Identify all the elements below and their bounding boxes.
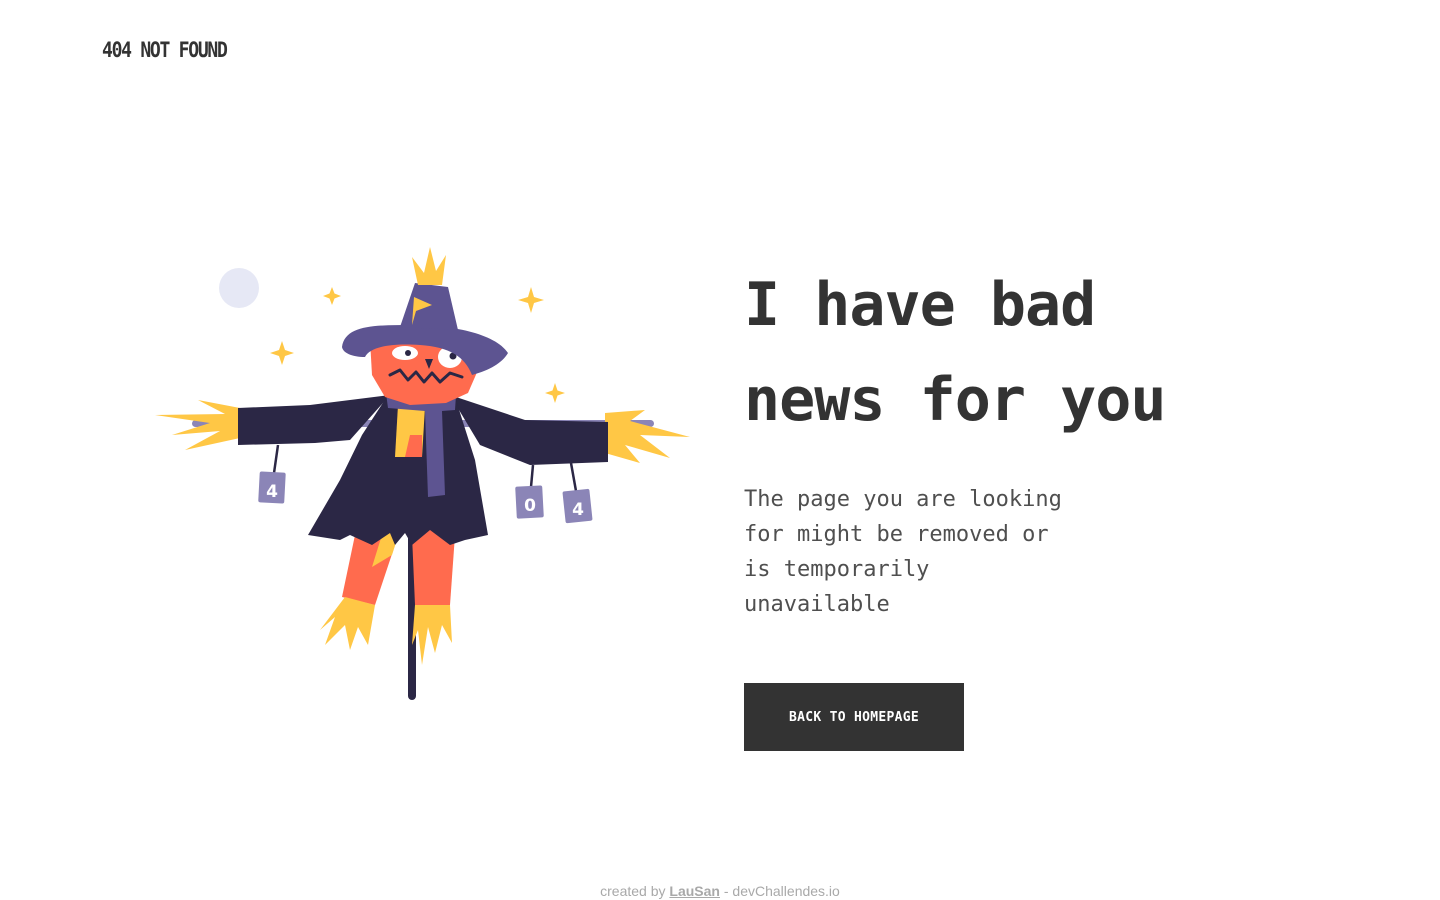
- can-icon: 4: [562, 488, 593, 524]
- sparkle-icon: [323, 287, 341, 305]
- message-content: I have bad news for you The page you are…: [744, 258, 1344, 622]
- sparkle-icon: [545, 383, 565, 403]
- can-icon: 4: [258, 471, 286, 504]
- sparkle-icon: [518, 287, 544, 313]
- back-to-homepage-button[interactable]: BACK TO HOMEPAGE: [744, 683, 964, 751]
- footer-prefix: created by: [600, 883, 666, 899]
- author-link[interactable]: LauSan: [669, 883, 720, 899]
- footer-suffix: - devChallendes.io: [719, 883, 840, 899]
- svg-text:4: 4: [266, 482, 278, 502]
- can-icon: 0: [515, 485, 544, 519]
- headline: I have bad news for you: [744, 270, 1166, 435]
- svg-text:0: 0: [524, 496, 536, 516]
- straw-left-foot: [320, 597, 375, 650]
- page: 404 NOT FOUND 4 0 4 I have bad news for …: [0, 0, 1440, 900]
- hat-crown: [400, 283, 458, 330]
- coat-right-arm: [450, 395, 608, 465]
- scarecrow-illustration: 4 0 4: [155, 247, 690, 700]
- sparkle-icon: [270, 341, 294, 365]
- svg-text:4: 4: [572, 500, 584, 520]
- straw-right-foot: [412, 605, 452, 665]
- straw-right-hand: [605, 410, 690, 463]
- moon-icon: [219, 268, 259, 308]
- footer: created by LauSan - devChallendes.io: [0, 883, 1440, 899]
- left-pupil: [405, 350, 411, 356]
- subtext: The page you are looking for might be re…: [744, 487, 1062, 617]
- brand-title: 404 NOT FOUND: [102, 38, 228, 62]
- straw-hat-top: [412, 247, 446, 285]
